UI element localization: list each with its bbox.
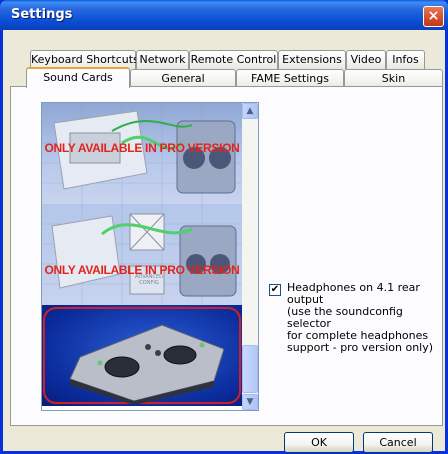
tab-remote-control[interactable]: Remote Control — [189, 50, 278, 69]
sound-card-item-pro-2[interactable]: ONLY AVAILABLE IN PRO VERSION ADVANCED C… — [42, 204, 242, 305]
pro-only-label-1: ONLY AVAILABLE IN PRO VERSION — [44, 141, 240, 155]
ok-button[interactable]: OK — [284, 432, 354, 453]
tab-extensions[interactable]: Extensions — [278, 50, 346, 69]
headphones-label-line-1: Headphones on 4.1 rear output — [287, 281, 420, 306]
sound-card-item-selected[interactable] — [42, 305, 242, 406]
title-bar[interactable]: Settings × — [0, 0, 448, 30]
check-icon: ✔ — [270, 284, 280, 295]
list-scrollbar[interactable]: ▲ ▼ — [242, 103, 258, 410]
tab-video[interactable]: Video — [346, 50, 386, 69]
scroll-down-icon[interactable]: ▼ — [242, 394, 258, 410]
headphones-label-line-2: (use the soundconfig selector — [287, 305, 403, 330]
sound-card-item-pro-1[interactable]: ONLY AVAILABLE IN PRO VERSION — [42, 103, 242, 204]
headphones-checkbox[interactable]: ✔ — [269, 284, 281, 296]
sound-card-list[interactable]: ONLY AVAILABLE IN PRO VERSION ONLY AVAIL… — [41, 102, 259, 411]
window-title: Settings — [11, 7, 73, 22]
cancel-button[interactable]: Cancel — [363, 432, 433, 453]
headphones-label-line-4: support - pro version only) — [287, 341, 434, 354]
advanced-config-label: ADVANCED CONFIG — [135, 274, 163, 286]
dj-controller-image — [43, 307, 241, 405]
sound-card-image-2 — [42, 204, 242, 305]
headphones-label: Headphones on 4.1 rear output (use the s… — [287, 282, 437, 354]
dialog-body: Keyboard Shortcuts Network Remote Contro… — [3, 30, 445, 453]
close-icon[interactable]: × — [423, 6, 444, 27]
tab-infos[interactable]: Infos — [386, 50, 425, 69]
tab-network[interactable]: Network — [136, 50, 189, 69]
sound-cards-panel: ONLY AVAILABLE IN PRO VERSION ONLY AVAIL… — [10, 86, 443, 426]
settings-window: Settings × Keyboard Shortcuts Network Re… — [0, 0, 448, 454]
tab-sound-cards[interactable]: Sound Cards — [26, 67, 130, 88]
scroll-up-icon[interactable]: ▲ — [242, 103, 258, 119]
scroll-thumb[interactable] — [242, 345, 258, 393]
